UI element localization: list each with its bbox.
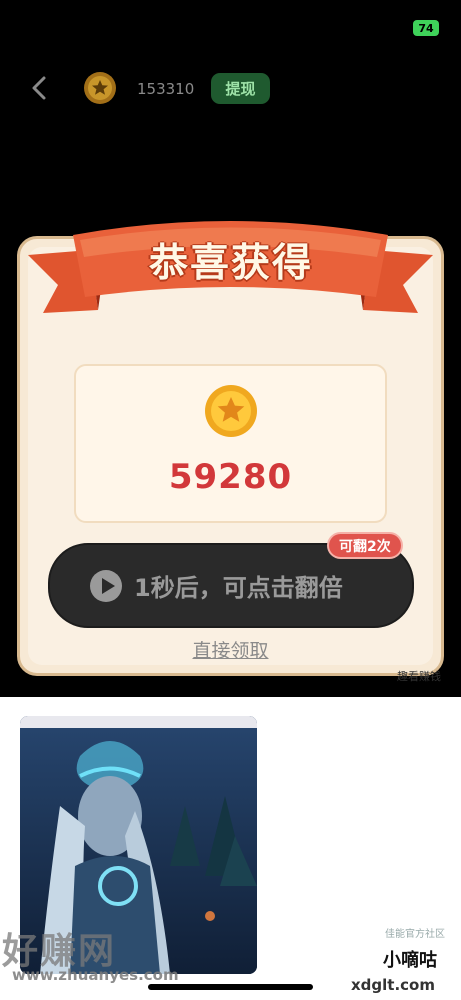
double-reward-label: 1秒后，可点击翻倍 <box>134 574 343 602</box>
site-url: xdglt.com <box>351 976 435 994</box>
direct-claim-link[interactable]: 直接领取 <box>0 636 461 663</box>
home-indicator[interactable] <box>148 984 313 990</box>
dialog-title: 恭喜获得 <box>148 241 313 286</box>
back-chevron-icon[interactable] <box>26 74 54 102</box>
coin-balance: 153310 <box>137 80 195 98</box>
withdraw-button[interactable]: 提现 <box>211 73 270 104</box>
double-count-badge: 可翻2次 <box>327 532 403 559</box>
battery-indicator: 74 <box>413 20 439 36</box>
coin-icon <box>205 385 257 437</box>
reward-amount: 59280 <box>168 457 293 497</box>
app-watermark: 趣看赚钱 <box>397 670 441 683</box>
brand-url-watermark: www.zhuanyes.com <box>12 966 179 984</box>
coin-icon <box>84 72 116 104</box>
site-badge: 小嘀咕 <box>375 944 445 974</box>
ad-corner-text: 佳能官方社区 <box>385 929 445 940</box>
play-icon <box>90 569 122 602</box>
